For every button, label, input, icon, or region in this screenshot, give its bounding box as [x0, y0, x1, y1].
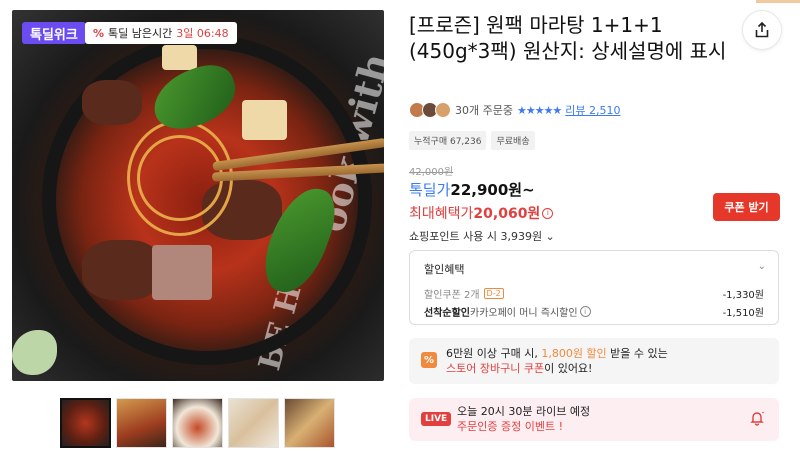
product-main-image[interactable]: ook with BE H	[12, 10, 384, 381]
thumbnail-strip	[60, 398, 335, 448]
rating-stars: ★★★★★	[516, 103, 562, 117]
food-tofu	[242, 100, 287, 140]
original-price: 42,000원	[409, 167, 454, 178]
discount-row-coupon: 할인쿠폰 2개 D-2 -1,330원	[424, 286, 764, 301]
thumbnail-3[interactable]	[172, 398, 223, 448]
live-schedule: 오늘 20시 30분 라이브 예정	[457, 405, 591, 418]
max-benefit-value: 20,060원	[473, 206, 541, 222]
cart-coupon-text: 6만원 이상 구매 시, 1,800원 할인 받을 수 있는 스토어 장바구니 …	[446, 346, 668, 376]
get-coupon-button[interactable]: 쿠폰 받기	[713, 193, 780, 221]
promo-highlight: 스토어 장바구니 쿠폰	[446, 362, 545, 375]
food-beef	[82, 80, 142, 125]
share-icon	[755, 21, 769, 38]
info-icon[interactable]: i	[579, 306, 591, 317]
deal-price-row: 톡딜가 22,900원~	[409, 179, 535, 200]
promo-text-part: 이 있어요!	[544, 362, 593, 375]
thumbnail-1[interactable]	[60, 398, 111, 448]
promo-highlight: 1,800원 할인	[541, 347, 607, 360]
live-banner[interactable]: LIVE 오늘 20시 30분 라이브 예정 주문인증 증정 이벤트 !	[409, 398, 779, 441]
coupon-amount: -1,330원	[722, 290, 764, 301]
review-link[interactable]: 리뷰 2,510	[565, 102, 620, 118]
thumbnail-4[interactable]	[228, 398, 279, 448]
food-bokchoy	[12, 330, 57, 375]
talkdeal-week-badge: 톡딜위크	[22, 22, 86, 44]
firstcome-amount: -1,510원	[722, 308, 764, 319]
discount-row-firstcome: 선착순할인 카카오페이 머니 즉시할인 i -1,510원	[424, 304, 764, 319]
deal-timer: % 톡딜 남은시간 3일 06:48	[85, 22, 237, 44]
tag-cumulative-purchases: 누적구매 67,236	[409, 131, 487, 150]
live-badge: LIVE	[421, 412, 452, 426]
bell-icon[interactable]	[749, 410, 765, 426]
info-icon[interactable]: i	[542, 207, 554, 219]
cart-coupon-banner[interactable]: % 6만원 이상 구매 시, 1,800원 할인 받을 수 있는 스토어 장바구…	[409, 338, 779, 384]
product-tags: 누적구매 67,236 무료배송	[409, 131, 535, 150]
avatar	[435, 102, 451, 118]
thumbnail-5[interactable]	[284, 398, 335, 448]
chevron-down-icon[interactable]: ⌄	[758, 261, 766, 272]
deal-price-label: 톡딜가	[409, 181, 451, 199]
tag-free-shipping: 무료배송	[491, 131, 535, 150]
percent-icon: %	[421, 352, 437, 368]
live-text: 오늘 20시 30분 라이브 예정 주문인증 증정 이벤트 !	[457, 404, 590, 434]
social-proof-row: 30개 주문중 ★★★★★ 리뷰 2,510	[409, 102, 621, 118]
food-beef	[82, 240, 162, 300]
promo-text-part: 6만원 이상 구매 시,	[446, 347, 542, 360]
percent-icon: %	[93, 26, 105, 40]
food-tofu	[152, 245, 212, 300]
firstcome-label: 선착순할인	[424, 308, 470, 319]
kakaopay-label: 카카오페이 머니 즉시할인	[470, 308, 578, 319]
shopping-points[interactable]: 쇼핑포인트 사용 시 3,939원 ⌄	[409, 228, 555, 244]
food-tofu	[162, 45, 197, 70]
coupon-dday-badge: D-2	[483, 288, 504, 299]
discount-panel-title: 할인혜택	[424, 263, 465, 276]
promo-text-part: 받을 수 있는	[606, 347, 668, 360]
thumbnail-2[interactable]	[116, 398, 167, 448]
live-event: 주문인증 증정 이벤트 !	[457, 420, 563, 433]
timer-label: 톡딜 남은시간	[108, 27, 173, 40]
deal-price-value: 22,900원~	[450, 181, 535, 199]
max-benefit-label: 최대혜택가	[409, 206, 474, 222]
discount-benefits-panel: 할인혜택 ⌄ 할인쿠폰 2개 D-2 -1,330원 선착순할인 카카오페이 머…	[409, 250, 779, 325]
buyer-avatars	[409, 102, 451, 118]
coupon-label: 할인쿠폰 2개	[424, 290, 480, 301]
share-button[interactable]	[742, 10, 782, 50]
product-title: [프로즌] 원팩 마라탕 1+1+1 (450g*3팩) 원산지: 상세설명에 …	[409, 13, 727, 63]
food-noodles	[137, 135, 223, 221]
top-accent-strip	[756, 0, 800, 3]
order-count: 30개 주문중	[455, 104, 513, 117]
max-benefit-row: 최대혜택가 20,060원 i	[409, 203, 554, 223]
timer-value: 3일 06:48	[176, 27, 229, 40]
